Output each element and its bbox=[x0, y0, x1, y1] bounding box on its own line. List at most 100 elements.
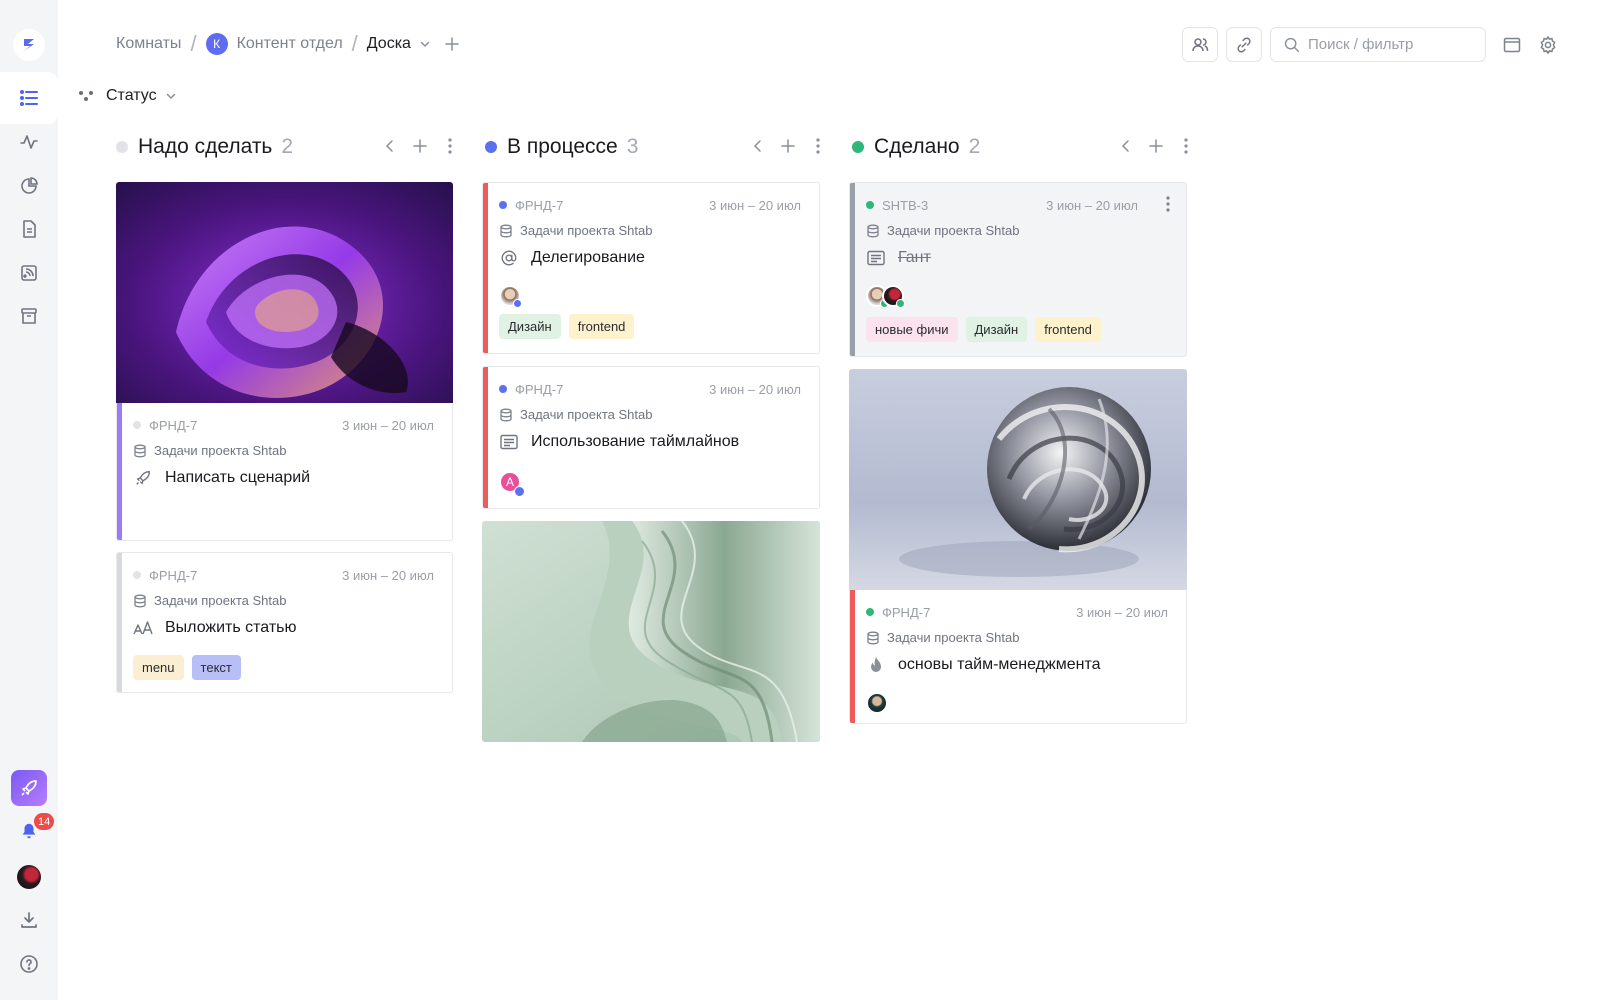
column-actions-done bbox=[1118, 136, 1194, 156]
tag[interactable]: frontend bbox=[1035, 317, 1101, 342]
group-by-label: Статус bbox=[106, 87, 157, 104]
collapse-column-icon[interactable] bbox=[1118, 136, 1134, 156]
project-name: Задачи проекта Shtab bbox=[520, 407, 653, 422]
add-card-icon[interactable] bbox=[1148, 136, 1164, 156]
quick-start-button[interactable] bbox=[11, 770, 47, 806]
card-cover-image[interactable] bbox=[116, 182, 453, 404]
breadcrumb-current-view[interactable]: Доска bbox=[367, 35, 411, 53]
task-card[interactable]: ФРНД-7 3 июн – 20 июл Задачи проекта Sht… bbox=[116, 552, 453, 693]
card-title: Использование таймлайнов bbox=[499, 433, 739, 451]
card-title: Написать сценарий bbox=[133, 469, 310, 487]
task-card[interactable]: ФРНД-7 3 июн – 20 июл Задачи проекта Sht… bbox=[482, 182, 820, 354]
search-input[interactable]: Поиск / фильтр bbox=[1270, 27, 1486, 62]
chevron-down-icon[interactable] bbox=[419, 38, 431, 50]
card-meta: ФРНД-7 3 июн – 20 июл bbox=[499, 197, 801, 213]
task-card[interactable]: SHTB-3 3 июн – 20 июл Задачи проекта Sht… bbox=[849, 182, 1187, 357]
database-icon bbox=[866, 631, 880, 645]
collapse-column-icon[interactable] bbox=[750, 136, 766, 156]
card-project: Задачи проекта Shtab bbox=[866, 630, 1019, 645]
help-icon[interactable] bbox=[14, 949, 44, 979]
add-card-icon[interactable] bbox=[780, 136, 796, 156]
settings-gear-icon[interactable] bbox=[1536, 33, 1560, 57]
card-cover-image[interactable] bbox=[849, 369, 1187, 591]
assignees bbox=[866, 285, 905, 308]
database-icon bbox=[133, 594, 147, 608]
assignee-avatar[interactable] bbox=[866, 692, 888, 714]
status-dot bbox=[852, 141, 864, 153]
rocket-icon bbox=[133, 469, 153, 487]
tag-list: Дизайн frontend bbox=[499, 314, 635, 339]
tag[interactable]: Дизайн bbox=[965, 317, 1028, 342]
document-icon[interactable] bbox=[14, 214, 44, 244]
status-dot bbox=[513, 299, 522, 308]
task-card[interactable]: ФРНД-7 3 июн – 20 июл Задачи проекта Sht… bbox=[482, 366, 820, 509]
assignee-avatar[interactable] bbox=[882, 285, 905, 308]
add-view-icon[interactable] bbox=[445, 37, 459, 51]
user-avatar[interactable] bbox=[17, 865, 41, 889]
status-dot bbox=[866, 608, 874, 616]
tag-list: menu текст bbox=[133, 655, 241, 680]
assignee-avatar[interactable] bbox=[499, 285, 522, 308]
task-card[interactable]: ФРНД-7 3 июн – 20 июл Задачи проекта Sht… bbox=[116, 403, 453, 541]
pie-chart-icon[interactable] bbox=[14, 171, 44, 201]
archive-icon[interactable] bbox=[14, 301, 44, 331]
search-icon bbox=[1284, 37, 1300, 53]
task-title: Делегирование bbox=[531, 249, 645, 266]
task-title: основы тайм-менеджмента bbox=[898, 656, 1101, 673]
group-icon bbox=[78, 89, 94, 103]
tag[interactable]: frontend bbox=[568, 314, 635, 339]
project-name: Задачи проекта Shtab bbox=[520, 223, 653, 238]
more-options-icon[interactable] bbox=[1178, 136, 1194, 156]
at-sign-icon bbox=[499, 249, 519, 267]
app-logo[interactable] bbox=[13, 29, 45, 61]
task-card[interactable]: ФРНД-7 3 июн – 20 июл Задачи проекта Sht… bbox=[849, 590, 1187, 724]
status-dot bbox=[116, 141, 128, 153]
task-id: ФРНД-7 bbox=[149, 567, 198, 583]
feed-icon[interactable] bbox=[14, 258, 44, 288]
group-by-status[interactable]: Статус bbox=[78, 87, 177, 105]
card-project: Задачи проекта Shtab bbox=[133, 443, 286, 458]
project-name: Задачи проекта Shtab bbox=[887, 630, 1020, 645]
column-header-in-progress: В процессе 3 bbox=[485, 133, 638, 161]
assignees bbox=[499, 285, 522, 308]
task-title: Выложить статью bbox=[165, 619, 297, 636]
card-more-icon[interactable] bbox=[1166, 196, 1170, 212]
text-document-icon bbox=[499, 434, 519, 450]
copy-link-button[interactable] bbox=[1226, 27, 1262, 62]
more-options-icon[interactable] bbox=[442, 136, 458, 156]
tag[interactable]: новые фичи bbox=[866, 317, 958, 342]
breadcrumb-rooms[interactable]: Комнаты bbox=[116, 35, 181, 53]
view-panel-icon[interactable] bbox=[1500, 33, 1524, 57]
card-accent-bar bbox=[117, 403, 122, 540]
task-dates: 3 июн – 20 июл bbox=[709, 197, 801, 213]
breadcrumb-room[interactable]: Контент отдел bbox=[237, 35, 343, 53]
database-icon bbox=[866, 224, 880, 238]
download-icon[interactable] bbox=[14, 905, 44, 935]
activity-icon[interactable] bbox=[14, 127, 44, 157]
members-button[interactable] bbox=[1182, 27, 1218, 62]
card-meta: ФРНД-7 3 июн – 20 июл bbox=[866, 604, 1168, 620]
add-card-icon[interactable] bbox=[412, 136, 428, 156]
status-dot bbox=[133, 571, 141, 579]
tag[interactable]: menu bbox=[133, 655, 184, 680]
rocket-icon bbox=[21, 780, 37, 796]
tag[interactable]: Дизайн bbox=[499, 314, 561, 339]
card-meta: SHTB-3 3 июн – 20 июл bbox=[866, 197, 1138, 213]
collapse-column-icon[interactable] bbox=[382, 136, 398, 156]
list-icon[interactable] bbox=[14, 83, 44, 113]
column-header-todo: Надо сделать 2 bbox=[116, 133, 293, 161]
more-options-icon[interactable] bbox=[810, 136, 826, 156]
task-id: ФРНД-7 bbox=[882, 604, 931, 620]
column-title: Сделано bbox=[874, 135, 960, 158]
status-dot bbox=[133, 421, 141, 429]
card-title: Делегирование bbox=[499, 249, 645, 267]
text-size-icon bbox=[133, 620, 153, 636]
tag[interactable]: текст bbox=[191, 655, 241, 680]
card-image[interactable] bbox=[482, 521, 820, 742]
database-icon bbox=[499, 408, 513, 422]
card-project: Задачи проекта Shtab bbox=[133, 593, 286, 608]
task-dates: 3 июн – 20 июл bbox=[1046, 197, 1138, 213]
column-count: 2 bbox=[281, 135, 294, 158]
breadcrumb-separator: / bbox=[190, 31, 197, 56]
column-header-done: Сделано 2 bbox=[852, 133, 980, 161]
